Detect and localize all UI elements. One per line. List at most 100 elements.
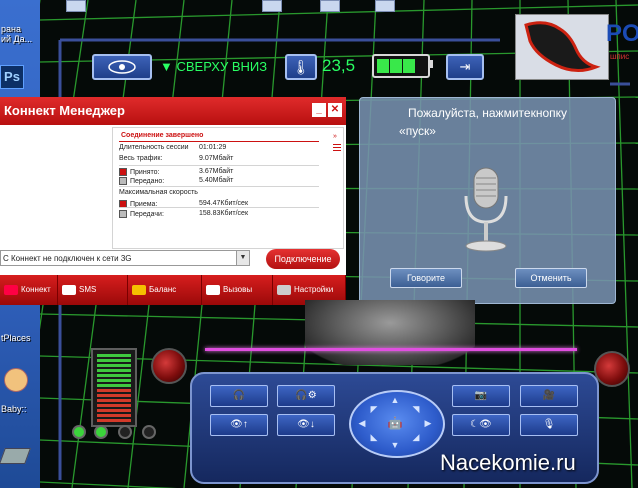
- baby-icon[interactable]: [4, 368, 28, 392]
- session-stats-panel: Соединение завершено Длительность сессии…: [112, 127, 344, 249]
- laser-line: [205, 348, 577, 351]
- seal-logo-icon: [524, 21, 601, 72]
- taskbar-icon[interactable]: [320, 0, 340, 12]
- logo-text: PO: [606, 20, 638, 47]
- robot-image: [305, 300, 475, 365]
- status-led: [118, 425, 132, 439]
- direction-text: СВЕРХУ ВНИЗ: [176, 59, 268, 74]
- window-titlebar[interactable]: Коннект Менеджер _ ✕: [0, 97, 346, 125]
- robot-control-screen: рана ий Да... Ps tPlaces Baby:: ▼ СВЕРХУ…: [0, 0, 638, 488]
- tab-connect[interactable]: Коннект: [0, 275, 58, 305]
- connect-icon: [4, 284, 18, 295]
- tab-balance[interactable]: Баланс: [128, 275, 202, 305]
- exit-button[interactable]: ⇥: [446, 54, 484, 80]
- taskbar-icon[interactable]: [375, 0, 395, 12]
- desktop-label: Baby::: [1, 404, 27, 414]
- photo-button[interactable]: 📷: [452, 385, 510, 407]
- stat-label: Максимальная скорость: [119, 189, 198, 196]
- headset-settings-button[interactable]: 🎧⚙: [277, 385, 335, 407]
- arrow-up-left-icon[interactable]: ◤: [369, 404, 379, 415]
- desktop-label: рана: [1, 24, 21, 34]
- arrow-down-left-icon[interactable]: ◣: [369, 432, 379, 443]
- headset-button[interactable]: 🎧: [210, 385, 268, 407]
- stat-label: Весь трафик:: [119, 155, 162, 162]
- meter-bar: [97, 369, 131, 372]
- arrow-left-icon[interactable]: ◀: [357, 418, 367, 429]
- arrow-down-right-icon[interactable]: ◢: [411, 432, 421, 443]
- minimize-button[interactable]: _: [312, 103, 326, 117]
- arrow-up-right-icon[interactable]: ◥: [411, 404, 421, 415]
- chevron-down-icon[interactable]: ▼: [236, 251, 249, 265]
- stat-value: 3.67Мбайт: [199, 168, 234, 175]
- meter-bar: [97, 404, 131, 407]
- tab-calls[interactable]: Вызовы: [202, 275, 273, 305]
- microphone-button[interactable]: 🎙: [520, 414, 578, 436]
- look-down-button[interactable]: 👁↓: [277, 414, 335, 436]
- headset-settings-icon: 🎧⚙: [295, 390, 317, 401]
- battery-cell: [403, 59, 415, 73]
- stat-label-text: Принято:: [130, 168, 160, 176]
- window-title: Коннект Менеджер: [4, 103, 125, 118]
- tab-label: Настройки: [294, 285, 334, 294]
- tab-sms[interactable]: SMS: [58, 275, 128, 305]
- headset-icon: 🎧: [232, 390, 246, 401]
- session-status: Соединение завершено: [121, 132, 204, 139]
- eye-icon: [108, 60, 136, 74]
- desktop-label: tPlaces: [1, 333, 31, 343]
- cancel-button[interactable]: Отменить: [515, 268, 587, 288]
- arrow-right-icon[interactable]: ▶: [423, 418, 433, 429]
- desktop-label: ий Да...: [1, 34, 33, 44]
- radar-right-icon: [594, 351, 630, 387]
- microphone-small-icon: 🎙: [542, 419, 556, 430]
- robot-icon[interactable]: 🤖: [383, 414, 407, 432]
- temperature-readout: 23,5: [322, 56, 356, 75]
- look-up-button[interactable]: 👁↑: [210, 414, 268, 436]
- photoshop-icon[interactable]: Ps: [0, 65, 24, 89]
- stat-label-text: Длительность сессии: [119, 144, 189, 151]
- legend-swatch: [119, 177, 127, 185]
- meter-bar: [97, 364, 131, 367]
- night-vision-button[interactable]: ☾👁: [452, 414, 510, 436]
- arrow-down-icon[interactable]: ▼: [390, 440, 400, 450]
- meter-bar: [97, 409, 131, 412]
- logo-subtext: шпис: [610, 52, 630, 61]
- meter-bar: [97, 359, 131, 362]
- radar-left-icon: [151, 348, 187, 384]
- divider: [119, 207, 319, 208]
- legend-swatch: [119, 168, 127, 176]
- moon-eye-icon: ☾👁: [470, 419, 492, 430]
- legend-swatch: [119, 210, 127, 218]
- status-led: [72, 425, 86, 439]
- logo: [515, 14, 609, 80]
- divider: [119, 141, 319, 142]
- meter-bar: [97, 384, 131, 387]
- calls-icon: [206, 284, 220, 295]
- stat-label: Передано:: [119, 177, 164, 185]
- speak-button[interactable]: Говорите: [390, 268, 462, 288]
- connect-button[interactable]: Подключение: [266, 249, 340, 269]
- divider: [119, 165, 319, 166]
- stat-value: 594.47Кбит/сек: [199, 200, 249, 207]
- stat-label-text: Передачи:: [130, 210, 164, 218]
- status-led: [142, 425, 156, 439]
- tab-bar: Коннект SMS Баланс Вызовы Настройки: [0, 275, 346, 305]
- eye-down-icon: 👁↓: [297, 419, 315, 430]
- meter-bar: [97, 379, 131, 382]
- tab-label: SMS: [79, 285, 97, 294]
- taskbar-icon[interactable]: [66, 0, 86, 12]
- network-select[interactable]: С Коннект не подключен к сети 3G: [0, 250, 250, 266]
- speech-prompt: Пожалуйста, нажмитекнопку: [407, 106, 568, 120]
- video-button[interactable]: 🎥: [520, 385, 578, 407]
- close-button[interactable]: ✕: [328, 103, 342, 117]
- battery-cell: [377, 59, 389, 73]
- signal-meter: [91, 348, 137, 427]
- sms-icon: [62, 284, 76, 295]
- view-button[interactable]: [92, 54, 152, 80]
- arrow-up-icon[interactable]: ▲: [390, 395, 400, 405]
- stat-label-text: Максимальная скорость: [119, 189, 198, 196]
- taskbar-icon[interactable]: [262, 0, 282, 12]
- tab-label: Баланс: [149, 285, 177, 294]
- battery-cell: [390, 59, 402, 73]
- watermark: Nacekomie.ru: [440, 450, 576, 475]
- thermometer-icon[interactable]: 🌡: [285, 54, 317, 80]
